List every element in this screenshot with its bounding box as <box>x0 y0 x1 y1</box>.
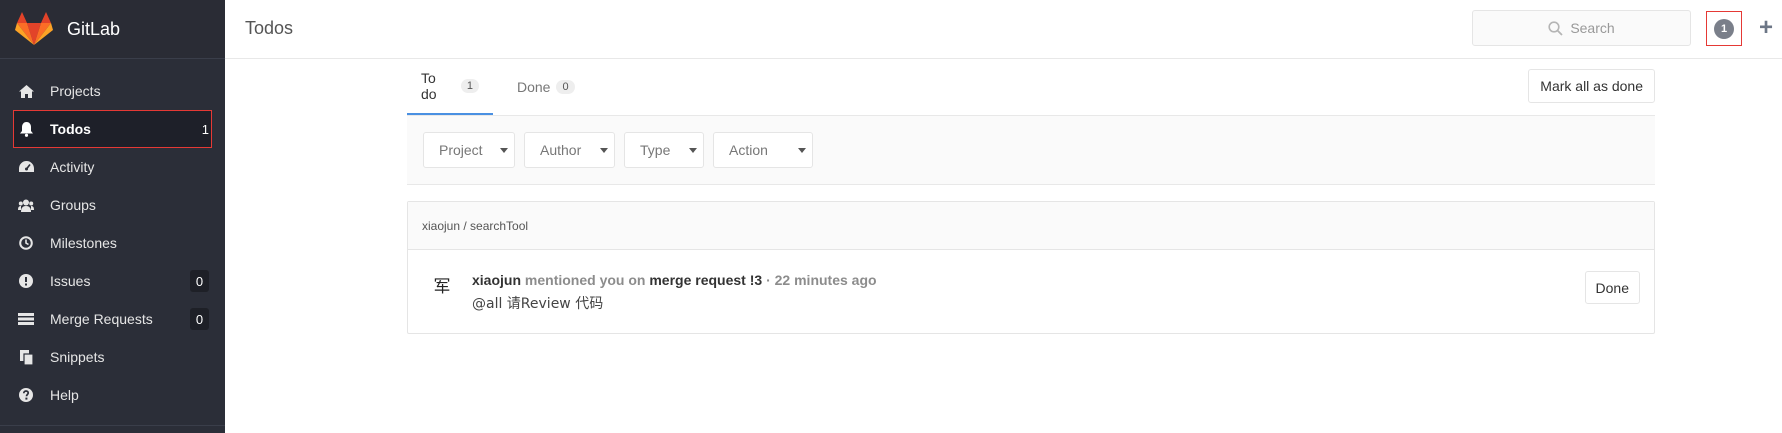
sidebar-item-label: Groups <box>50 197 96 213</box>
sidebar-item-label: Activity <box>50 159 95 175</box>
todos-count: 1 <box>201 121 209 137</box>
todo-tabs: To do 1 Done 0 Mark all as done <box>407 59 1655 115</box>
tab-done[interactable]: Done 0 <box>503 59 589 115</box>
todos-count-badge: 1 <box>1714 18 1734 39</box>
sidebar-item-label: Help <box>50 387 79 403</box>
todo-group-panel: xiaojun / searchTool 军 xiaojun mentioned… <box>407 201 1655 334</box>
sidebar-item-activity[interactable]: Activity <box>0 148 225 186</box>
gitlab-logo-icon <box>15 12 53 45</box>
caret-down-icon <box>689 148 697 153</box>
sidebar-item-todos[interactable]: Todos 1 <box>13 110 212 148</box>
merge-requests-count-badge: 0 <box>190 308 209 330</box>
search-input[interactable]: Search <box>1472 10 1691 46</box>
tab-label: Done <box>517 79 551 95</box>
sidebar-footer <box>0 425 225 433</box>
search-icon <box>1548 20 1563 36</box>
list-icon <box>18 311 34 327</box>
tab-count: 0 <box>556 80 575 94</box>
issues-count-badge: 0 <box>190 270 209 292</box>
sidebar-item-milestones[interactable]: Milestones <box>0 224 225 262</box>
project-filter-dropdown[interactable]: Project <box>423 132 515 168</box>
project-path-link[interactable]: xiaojun / searchTool <box>408 202 1654 250</box>
sidebar-item-issues[interactable]: Issues 0 <box>0 262 225 300</box>
caret-down-icon <box>500 148 508 153</box>
home-icon <box>18 83 34 99</box>
new-item-button[interactable]: + <box>1755 14 1777 42</box>
todo-separator: · <box>766 272 771 288</box>
todo-action-text: mentioned you on <box>524 272 646 288</box>
exclamation-circle-icon <box>18 273 34 289</box>
top-header: Todos Search 1 + <box>225 0 1782 59</box>
done-button[interactable]: Done <box>1584 271 1640 304</box>
tab-count: 1 <box>460 79 479 93</box>
sidebar-item-snippets[interactable]: Snippets <box>0 338 225 376</box>
sidebar-item-groups[interactable]: Groups <box>0 186 225 224</box>
todo-title: xiaojun mentioned you on merge request !… <box>472 272 877 288</box>
sidebar-item-help[interactable]: Help <box>0 376 225 414</box>
sidebar-item-label: Todos <box>50 121 91 137</box>
users-icon <box>18 197 34 213</box>
tab-label: To do <box>421 70 437 102</box>
avatar[interactable]: 军 <box>430 272 454 297</box>
sidebar-item-merge-requests[interactable]: Merge Requests 0 <box>0 300 225 338</box>
filter-label: Type <box>640 142 671 158</box>
todo-body: @all 请Review 代码 <box>472 296 604 312</box>
main-content: To do 1 Done 0 Mark all as done Project … <box>407 59 1655 334</box>
filter-label: Action <box>729 142 768 158</box>
sidebar-item-label: Merge Requests <box>50 311 153 327</box>
sidebar: GitLab Projects Todos 1 Activity Groups … <box>0 0 225 433</box>
caret-down-icon <box>600 148 608 153</box>
todo-target-link[interactable]: merge request !3 <box>649 272 762 288</box>
todo-time: 22 minutes ago <box>774 272 877 288</box>
filter-bar: Project Author Type Action <box>407 115 1655 185</box>
sidebar-item-label: Issues <box>50 273 91 289</box>
sidebar-item-projects[interactable]: Projects <box>0 72 225 110</box>
filter-label: Author <box>540 142 582 158</box>
dashboard-icon <box>18 159 34 175</box>
question-circle-icon <box>18 387 34 403</box>
search-placeholder: Search <box>1570 20 1615 36</box>
type-filter-dropdown[interactable]: Type <box>624 132 704 168</box>
brand[interactable]: GitLab <box>0 0 225 59</box>
mark-all-done-button[interactable]: Mark all as done <box>1528 69 1655 103</box>
todos-shortcut-button[interactable]: 1 <box>1706 11 1742 46</box>
todo-item[interactable]: 军 xiaojun mentioned you on merge request… <box>408 250 1654 333</box>
author-filter-dropdown[interactable]: Author <box>524 132 615 168</box>
filter-label: Project <box>439 142 483 158</box>
caret-down-icon <box>798 148 806 153</box>
todo-author-link[interactable]: xiaojun <box>472 272 521 288</box>
sidebar-item-label: Projects <box>50 83 101 99</box>
bell-icon <box>18 121 34 137</box>
brand-name: GitLab <box>67 18 121 39</box>
clipboard-icon <box>18 349 34 365</box>
sidebar-item-label: Snippets <box>50 349 105 365</box>
sidebar-nav: Projects Todos 1 Activity Groups Milesto… <box>0 59 225 414</box>
sidebar-item-label: Milestones <box>50 235 117 251</box>
page-title: Todos <box>245 18 294 38</box>
clock-icon <box>18 235 34 251</box>
action-filter-dropdown[interactable]: Action <box>713 132 813 168</box>
tab-todo[interactable]: To do 1 <box>407 59 493 115</box>
